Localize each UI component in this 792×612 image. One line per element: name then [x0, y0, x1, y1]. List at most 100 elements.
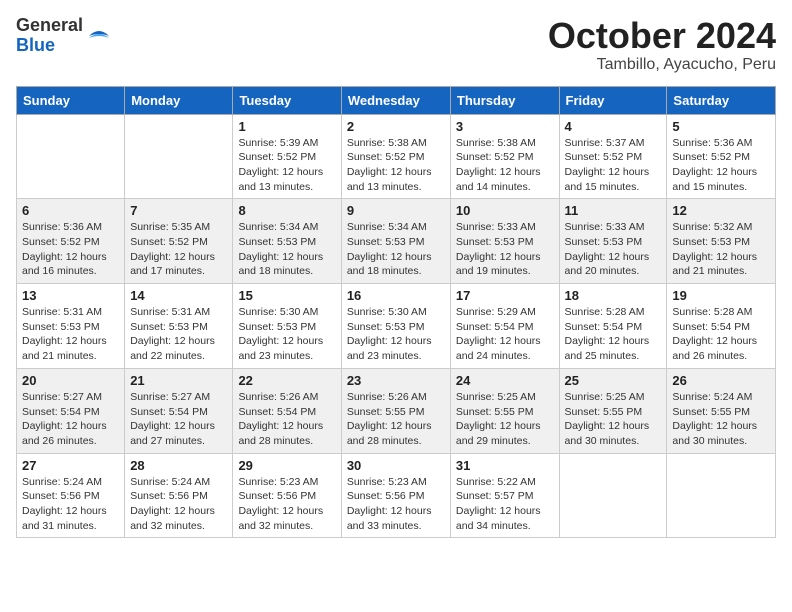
day-info: Sunrise: 5:28 AM Sunset: 5:54 PM Dayligh… [565, 305, 662, 364]
day-number: 17 [456, 288, 554, 303]
logo-icon [87, 24, 111, 48]
day-cell: 20 Sunrise: 5:27 AM Sunset: 5:54 PM Dayli… [17, 368, 125, 453]
day-number: 11 [565, 203, 662, 218]
calendar-table: SundayMondayTuesdayWednesdayThursdayFrid… [16, 86, 776, 539]
day-cell [17, 114, 125, 199]
day-info: Sunrise: 5:23 AM Sunset: 5:56 PM Dayligh… [347, 475, 445, 534]
day-info: Sunrise: 5:24 AM Sunset: 5:55 PM Dayligh… [672, 390, 770, 449]
day-number: 24 [456, 373, 554, 388]
day-info: Sunrise: 5:25 AM Sunset: 5:55 PM Dayligh… [456, 390, 554, 449]
day-number: 15 [238, 288, 335, 303]
day-cell: 22Sunrise: 5:26 AM Sunset: 5:54 PM Dayli… [233, 368, 341, 453]
location: Tambillo, Ayacucho, Peru [548, 56, 776, 74]
calendar-header-row: SundayMondayTuesdayWednesdayThursdayFrid… [17, 86, 776, 114]
col-header-wednesday: Wednesday [341, 86, 450, 114]
week-row-2: 6 Sunrise: 5:36 AM Sunset: 5:52 PM Daylig… [17, 199, 776, 284]
day-cell: 1 Sunrise: 5:39 AM Sunset: 5:52 PM Daylig… [233, 114, 341, 199]
day-cell: 30 Sunrise: 5:23 AM Sunset: 5:56 PM Dayli… [341, 453, 450, 538]
day-number: 19 [672, 288, 770, 303]
day-number: 26 [672, 373, 770, 388]
day-info: Sunrise: 5:39 AM Sunset: 5:52 PM Dayligh… [238, 136, 335, 195]
day-cell: 8 Sunrise: 5:34 AM Sunset: 5:53 PM Daylig… [233, 199, 341, 284]
day-info: Sunrise: 5:26 AM Sunset: 5:54 PM Dayligh… [238, 390, 335, 449]
day-cell: 18 Sunrise: 5:28 AM Sunset: 5:54 PM Dayli… [559, 284, 667, 369]
day-cell: 12Sunrise: 5:32 AM Sunset: 5:53 PM Dayli… [667, 199, 776, 284]
day-cell: 5Sunrise: 5:36 AM Sunset: 5:52 PM Daylig… [667, 114, 776, 199]
day-number: 6 [22, 203, 119, 218]
day-cell: 13Sunrise: 5:31 AM Sunset: 5:53 PM Dayli… [17, 284, 125, 369]
day-cell: 23 Sunrise: 5:26 AM Sunset: 5:55 PM Dayli… [341, 368, 450, 453]
day-info: Sunrise: 5:34 AM Sunset: 5:53 PM Dayligh… [347, 220, 445, 279]
title-block: October 2024 Tambillo, Ayacucho, Peru [548, 16, 776, 74]
day-cell: 2Sunrise: 5:38 AM Sunset: 5:52 PM Daylig… [341, 114, 450, 199]
day-info: Sunrise: 5:31 AM Sunset: 5:53 PM Dayligh… [130, 305, 227, 364]
day-info: Sunrise: 5:27 AM Sunset: 5:54 PM Dayligh… [130, 390, 227, 449]
day-cell [559, 453, 667, 538]
day-cell: 15 Sunrise: 5:30 AM Sunset: 5:53 PM Dayli… [233, 284, 341, 369]
day-number: 13 [22, 288, 119, 303]
day-cell: 24 Sunrise: 5:25 AM Sunset: 5:55 PM Dayli… [450, 368, 559, 453]
day-info: Sunrise: 5:38 AM Sunset: 5:52 PM Dayligh… [456, 136, 554, 195]
day-info: Sunrise: 5:35 AM Sunset: 5:52 PM Dayligh… [130, 220, 227, 279]
col-header-saturday: Saturday [667, 86, 776, 114]
day-info: Sunrise: 5:37 AM Sunset: 5:52 PM Dayligh… [565, 136, 662, 195]
day-number: 28 [130, 458, 227, 473]
day-number: 29 [238, 458, 335, 473]
day-cell: 9 Sunrise: 5:34 AM Sunset: 5:53 PM Daylig… [341, 199, 450, 284]
day-cell: 27Sunrise: 5:24 AM Sunset: 5:56 PM Dayli… [17, 453, 125, 538]
day-cell: 26 Sunrise: 5:24 AM Sunset: 5:55 PM Dayli… [667, 368, 776, 453]
day-cell: 17 Sunrise: 5:29 AM Sunset: 5:54 PM Dayli… [450, 284, 559, 369]
day-number: 30 [347, 458, 445, 473]
day-info: Sunrise: 5:22 AM Sunset: 5:57 PM Dayligh… [456, 475, 554, 534]
logo-general: General [16, 16, 83, 36]
day-cell: 21 Sunrise: 5:27 AM Sunset: 5:54 PM Dayli… [125, 368, 233, 453]
day-cell: 29 Sunrise: 5:23 AM Sunset: 5:56 PM Dayli… [233, 453, 341, 538]
day-info: Sunrise: 5:34 AM Sunset: 5:53 PM Dayligh… [238, 220, 335, 279]
day-number: 7 [130, 203, 227, 218]
logo-blue: Blue [16, 36, 83, 56]
day-number: 12 [672, 203, 770, 218]
month-title: October 2024 [548, 16, 776, 56]
day-number: 18 [565, 288, 662, 303]
week-row-3: 13 Sunrise: 5:31 AM Sunset: 5:53 PM Dayli… [17, 284, 776, 369]
day-number: 9 [347, 203, 445, 218]
col-header-friday: Friday [559, 86, 667, 114]
day-number: 20 [22, 373, 119, 388]
day-info: Sunrise: 5:25 AM Sunset: 5:55 PM Dayligh… [565, 390, 662, 449]
day-number: 3 [456, 119, 554, 134]
day-info: Sunrise: 5:38 AM Sunset: 5:52 PM Dayligh… [347, 136, 445, 195]
day-info: Sunrise: 5:36 AM Sunset: 5:52 PM Dayligh… [22, 220, 119, 279]
day-cell: 14Sunrise: 5:31 AM Sunset: 5:53 PM Dayli… [125, 284, 233, 369]
day-info: Sunrise: 5:29 AM Sunset: 5:54 PM Dayligh… [456, 305, 554, 364]
week-row-4: 20 Sunrise: 5:27 AM Sunset: 5:54 PM Dayli… [17, 368, 776, 453]
day-number: 21 [130, 373, 227, 388]
col-header-tuesday: Tuesday [233, 86, 341, 114]
day-cell: 10Sunrise: 5:33 AM Sunset: 5:53 PM Dayli… [450, 199, 559, 284]
logo: General Blue [16, 16, 111, 56]
day-number: 16 [347, 288, 445, 303]
day-cell: 28 Sunrise: 5:24 AM Sunset: 5:56 PM Dayli… [125, 453, 233, 538]
day-info: Sunrise: 5:24 AM Sunset: 5:56 PM Dayligh… [130, 475, 227, 534]
day-cell: 16Sunrise: 5:30 AM Sunset: 5:53 PM Dayli… [341, 284, 450, 369]
day-info: Sunrise: 5:28 AM Sunset: 5:54 PM Dayligh… [672, 305, 770, 364]
day-info: Sunrise: 5:23 AM Sunset: 5:56 PM Dayligh… [238, 475, 335, 534]
page-header: General Blue October 2024 Tambillo, Ayac… [16, 16, 776, 74]
day-info: Sunrise: 5:26 AM Sunset: 5:55 PM Dayligh… [347, 390, 445, 449]
day-cell: 3 Sunrise: 5:38 AM Sunset: 5:52 PM Daylig… [450, 114, 559, 199]
day-info: Sunrise: 5:30 AM Sunset: 5:53 PM Dayligh… [238, 305, 335, 364]
day-number: 4 [565, 119, 662, 134]
day-number: 8 [238, 203, 335, 218]
day-cell: 6 Sunrise: 5:36 AM Sunset: 5:52 PM Daylig… [17, 199, 125, 284]
col-header-thursday: Thursday [450, 86, 559, 114]
day-cell [667, 453, 776, 538]
day-cell: 25Sunrise: 5:25 AM Sunset: 5:55 PM Dayli… [559, 368, 667, 453]
day-info: Sunrise: 5:27 AM Sunset: 5:54 PM Dayligh… [22, 390, 119, 449]
day-number: 5 [672, 119, 770, 134]
day-cell [125, 114, 233, 199]
day-number: 23 [347, 373, 445, 388]
day-number: 27 [22, 458, 119, 473]
week-row-1: 1 Sunrise: 5:39 AM Sunset: 5:52 PM Daylig… [17, 114, 776, 199]
day-number: 1 [238, 119, 335, 134]
day-cell: 19 Sunrise: 5:28 AM Sunset: 5:54 PM Dayli… [667, 284, 776, 369]
day-info: Sunrise: 5:33 AM Sunset: 5:53 PM Dayligh… [456, 220, 554, 279]
